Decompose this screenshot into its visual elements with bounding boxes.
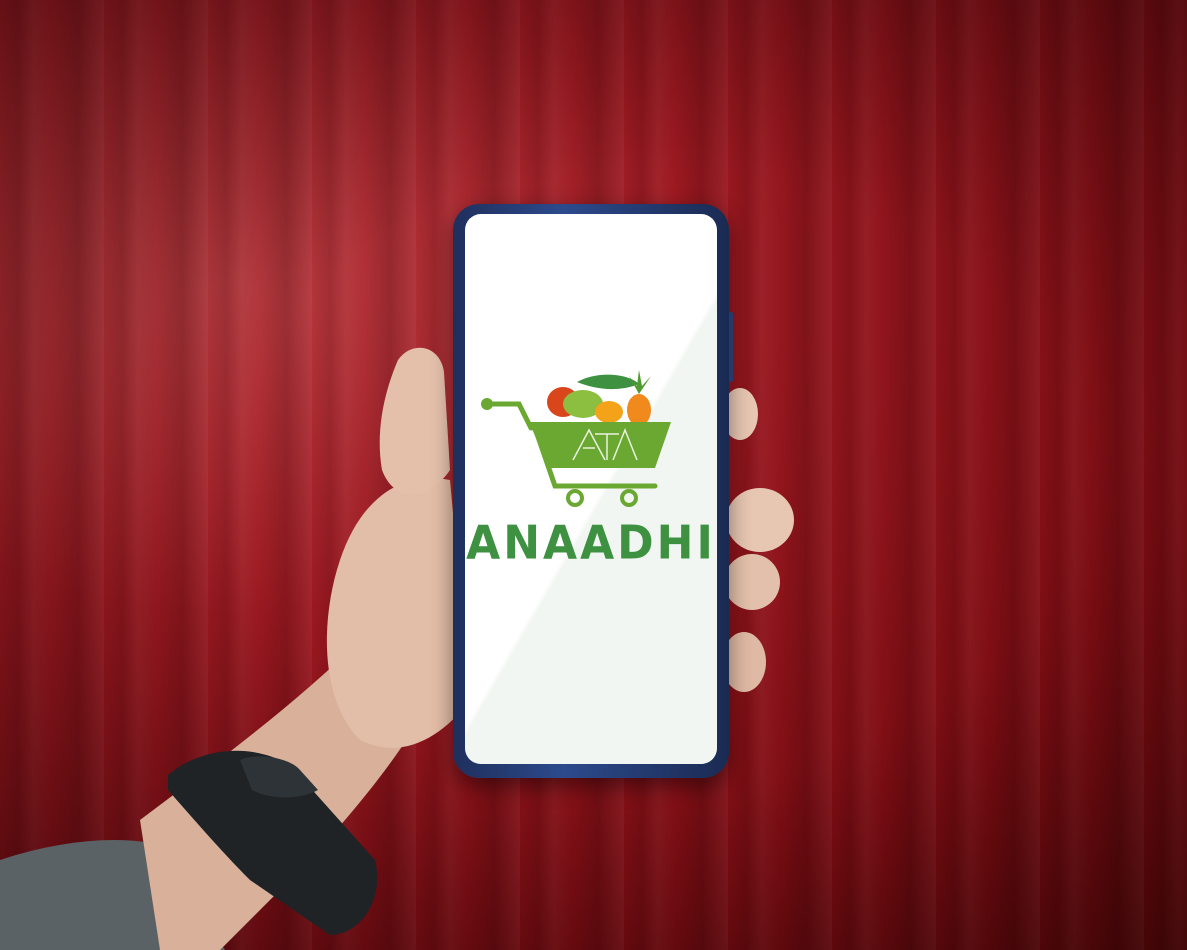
cart-handle — [484, 401, 534, 431]
orange-icon — [595, 401, 623, 423]
cart-wheel-right — [620, 489, 638, 507]
finger-2 — [726, 488, 794, 552]
leaf-icon — [577, 374, 639, 390]
smartphone: ANAADHI — [453, 204, 729, 778]
shopping-cart-logo-icon — [481, 370, 671, 507]
phone-side-button — [729, 312, 733, 382]
cart-basket — [529, 422, 671, 468]
palm — [326, 478, 470, 748]
pineapple-icon — [627, 394, 651, 426]
brand-name: ANAADHI — [466, 516, 716, 571]
phone-screen[interactable]: ANAADHI — [465, 214, 717, 764]
cart-wheel-left — [566, 489, 584, 507]
thumb — [379, 347, 450, 495]
finger-3 — [724, 554, 780, 610]
